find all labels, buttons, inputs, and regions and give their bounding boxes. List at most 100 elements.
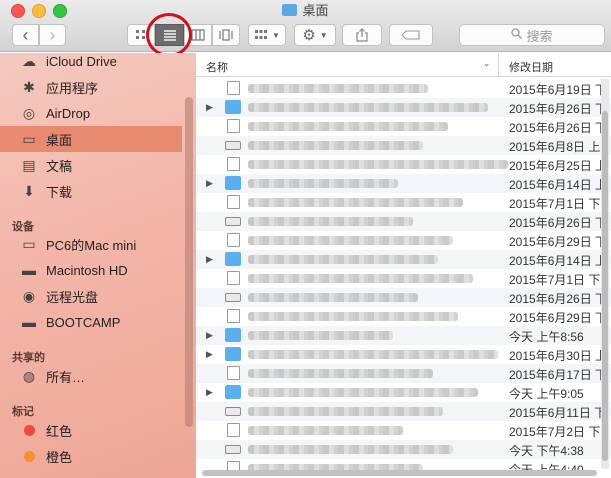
sidebar-item-airdrop[interactable]: ◎ AirDrop [0,100,182,126]
modified-date: 2015年7月2日 下 [509,425,601,439]
disclosure-triangle-icon[interactable]: ▶ [206,349,213,360]
sidebar-item-macintosh-hd[interactable]: ▬ Macintosh HD [0,257,182,283]
document-icon [227,157,240,171]
arrange-grid-icon [255,30,268,39]
sidebar-item-tag-red[interactable]: 红色 [0,417,182,443]
table-row[interactable]: ▶ 2015年6月14日 上 [196,250,611,269]
toolbar: 桌面 ‹ › ▼ ⚙ ▼ 搜索 [0,0,611,57]
download-icon: ⬇ [23,182,35,199]
redacted-filename [248,274,473,283]
share-button[interactable] [342,24,382,46]
modified-date: 2015年6月14日 上 [509,254,608,268]
back-button[interactable]: ‹ [12,24,39,46]
modified-date: 2015年6月8日 上 [509,140,601,154]
redacted-filename [248,407,443,416]
modified-date: 2015年6月26日 下 [509,216,608,230]
table-row[interactable]: 2015年6月19日 下 [196,79,611,98]
tag-icon [401,30,420,40]
chevron-left-icon: ‹ [22,25,29,45]
disk-image-icon [225,141,241,150]
file-list: 名称 ⌄ 修改日期 2015年6月19日 下 ▶ 2015年6月26日 下 2015年… [196,53,611,478]
search-field[interactable]: 搜索 [459,24,605,46]
table-row[interactable]: 2015年7月2日 下 [196,421,611,440]
folder-icon [225,347,241,361]
table-row[interactable]: 2015年6月29日 下 [196,231,611,250]
sidebar: ☁ iCloud Drive ✱ 应用程序 ◎ AirDrop ▭ 桌面 ▤ 文稿 ⬇ 下载… [0,53,196,478]
disclosure-triangle-icon[interactable]: ▶ [206,387,213,398]
forward-button[interactable]: › [39,24,66,46]
sidebar-item-bootcamp[interactable]: ▬ BOOTCAMP [0,309,182,335]
red-tag-dot-icon [24,424,35,436]
sidebar-item-all-shared[interactable]: ◍ 所有… [0,363,182,389]
disclosure-triangle-icon[interactable]: ▶ [206,102,213,113]
sidebar-item-desktop[interactable]: ▭ 桌面 [0,126,182,152]
disclosure-triangle-icon[interactable]: ▶ [206,178,213,189]
redacted-filename [248,350,498,359]
table-row[interactable]: 2015年6月8日 上 [196,136,611,155]
table-row[interactable]: 2015年6月26日 下 [196,212,611,231]
vertical-scrollbar[interactable] [601,79,609,469]
scroll-thumb[interactable] [602,111,608,461]
table-row[interactable]: 今天 下午4:38 [196,440,611,459]
modified-date: 2015年6月30日 上 [509,349,608,363]
sidebar-item-mac-mini[interactable]: ▭ PC6的Mac mini [0,231,182,257]
table-row[interactable]: 2015年7月1日 下 [196,269,611,288]
chevron-right-icon: › [49,25,56,45]
search-icon [511,28,523,42]
sidebar-item-remote-disc[interactable]: ◉ 远程光盘 [0,283,182,309]
sidebar-item-downloads[interactable]: ⬇ 下载 [0,178,182,204]
table-row[interactable]: ▶ 2015年6月26日 下 [196,98,611,117]
coverflow-view-button[interactable] [212,24,240,46]
network-icon: ◍ [22,367,36,384]
action-button[interactable]: ⚙ ▼ [294,24,336,46]
edit-tags-button[interactable] [389,24,433,46]
table-row[interactable]: 2015年6月26日 下 [196,288,611,307]
applications-icon: ✱ [23,78,35,95]
table-row[interactable]: 2015年6月17日 下 [196,364,611,383]
disclosure-triangle-icon[interactable]: ▶ [206,254,213,265]
sidebar-item-icloud-drive[interactable]: ☁ iCloud Drive [0,53,182,74]
table-row[interactable]: 2015年6月26日 下 [196,117,611,136]
table-row[interactable]: 2015年7月1日 下 [196,193,611,212]
document-icon [227,233,240,247]
horizontal-scrollbar[interactable] [202,470,597,476]
sidebar-item-tag-orange[interactable]: 橙色 [0,443,182,469]
sidebar-scrollbar[interactable] [185,97,193,427]
arrange-button[interactable]: ▼ [248,24,286,46]
redacted-filename [248,103,488,112]
modified-date: 2015年6月26日 下 [509,121,608,135]
table-row[interactable]: ▶ 今天 上午9:05 [196,383,611,402]
folder-icon [282,4,298,16]
modified-date: 2015年6月14日 上 [509,178,608,192]
column-header-name[interactable]: 名称 [206,59,228,75]
redacted-filename [248,179,398,188]
folder-icon [225,385,241,399]
modified-date: 2015年6月26日 下 [509,102,608,116]
table-row[interactable]: 2015年6月11日 下 [196,402,611,421]
table-row[interactable]: ▶ 今天 上午8:56 [196,326,611,345]
table-row[interactable]: ▶ 2015年6月14日 上 [196,174,611,193]
chevron-down-icon: ▼ [319,30,328,40]
modified-date: 2015年6月29日 下 [509,235,608,249]
coverflow-icon [219,29,233,41]
redacted-filename [248,255,438,264]
modified-date: 2015年6月19日 下 [509,83,608,97]
redacted-filename [248,236,453,245]
table-row[interactable]: 2015年6月25日 上 [196,155,611,174]
disclosure-triangle-icon[interactable]: ▶ [206,330,213,341]
modified-date: 2015年6月29日 下 [509,311,608,325]
computer-icon: ▭ [22,235,36,252]
column-header-date[interactable]: 修改日期 [509,59,553,75]
orange-tag-dot-icon [24,450,35,462]
redacted-filename [248,312,458,321]
annotation-circle [146,13,192,57]
table-row[interactable]: ▶ 2015年6月30日 上 [196,345,611,364]
sidebar-item-documents[interactable]: ▤ 文稿 [0,152,182,178]
redacted-filename [248,84,428,93]
table-row[interactable]: 2015年6月29日 下 [196,307,611,326]
sidebar-item-applications[interactable]: ✱ 应用程序 [0,74,182,100]
column-divider[interactable] [498,53,499,77]
modified-date: 2015年6月25日 上 [509,159,608,173]
redacted-filename [248,388,478,397]
redacted-filename [248,445,453,454]
